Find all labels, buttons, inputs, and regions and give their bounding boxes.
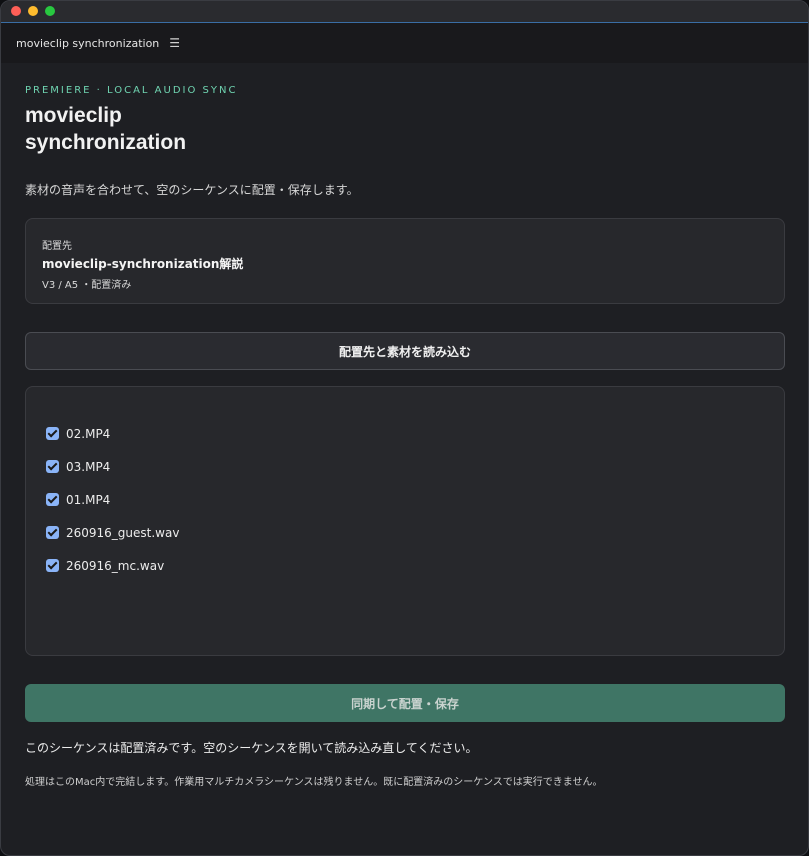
destination-name: movieclip-synchronization解説 bbox=[42, 257, 244, 271]
app-header: movieclip synchronization ☰ bbox=[1, 23, 808, 63]
file-checkbox[interactable] bbox=[46, 460, 59, 473]
list-item[interactable]: 260916_guest.wav bbox=[46, 516, 764, 549]
file-checkbox[interactable] bbox=[46, 493, 59, 506]
destination-card: 配置先 movieclip-synchronization解説 V3 / A5 … bbox=[25, 218, 785, 304]
footnote-text: 処理はこのMac内で完結します。作業用マルチカメラシーケンスは残りません。既に配… bbox=[25, 777, 603, 788]
eyebrow-label: PREMIERE · LOCAL AUDIO SYNC bbox=[25, 85, 238, 96]
main-content: PREMIERE · LOCAL AUDIO SYNC movieclip sy… bbox=[1, 85, 808, 788]
list-item[interactable]: 03.MP4 bbox=[46, 450, 764, 483]
file-name: 01.MP4 bbox=[66, 492, 111, 507]
status-message: このシーケンスは配置済みです。空のシーケンスを開いて読み込み直してください。 bbox=[25, 741, 478, 755]
load-button[interactable]: 配置先と素材を読み込む bbox=[25, 332, 785, 370]
hamburger-menu-icon[interactable]: ☰ bbox=[169, 36, 180, 50]
app-window: movieclip synchronization ☰ PREMIERE · L… bbox=[0, 0, 809, 856]
file-name: 260916_mc.wav bbox=[66, 558, 165, 573]
file-checkbox[interactable] bbox=[46, 559, 59, 572]
file-name: 03.MP4 bbox=[66, 459, 111, 474]
window-titlebar bbox=[1, 1, 808, 23]
window-minimize-button[interactable] bbox=[28, 6, 38, 16]
file-list: 02.MP4 03.MP4 01.MP4 260916_guest.wav 26… bbox=[25, 386, 785, 656]
sync-save-button[interactable]: 同期して配置・保存 bbox=[25, 684, 785, 722]
file-name: 260916_guest.wav bbox=[66, 525, 180, 540]
file-checkbox[interactable] bbox=[46, 427, 59, 440]
destination-meta: V3 / A5 ・配置済み bbox=[42, 280, 132, 291]
file-checkbox[interactable] bbox=[46, 526, 59, 539]
list-item[interactable]: 01.MP4 bbox=[46, 483, 764, 516]
window-maximize-button[interactable] bbox=[45, 6, 55, 16]
file-name: 02.MP4 bbox=[66, 426, 111, 441]
page-subtitle: 素材の音声を合わせて、空のシーケンスに配置・保存します。 bbox=[25, 183, 359, 197]
window-close-button[interactable] bbox=[11, 6, 21, 16]
app-title: movieclip synchronization bbox=[16, 36, 160, 50]
destination-label: 配置先 bbox=[42, 241, 72, 252]
list-item[interactable]: 02.MP4 bbox=[46, 417, 764, 450]
page-title: movieclip synchronization bbox=[25, 104, 187, 154]
list-item[interactable]: 260916_mc.wav bbox=[46, 549, 764, 582]
